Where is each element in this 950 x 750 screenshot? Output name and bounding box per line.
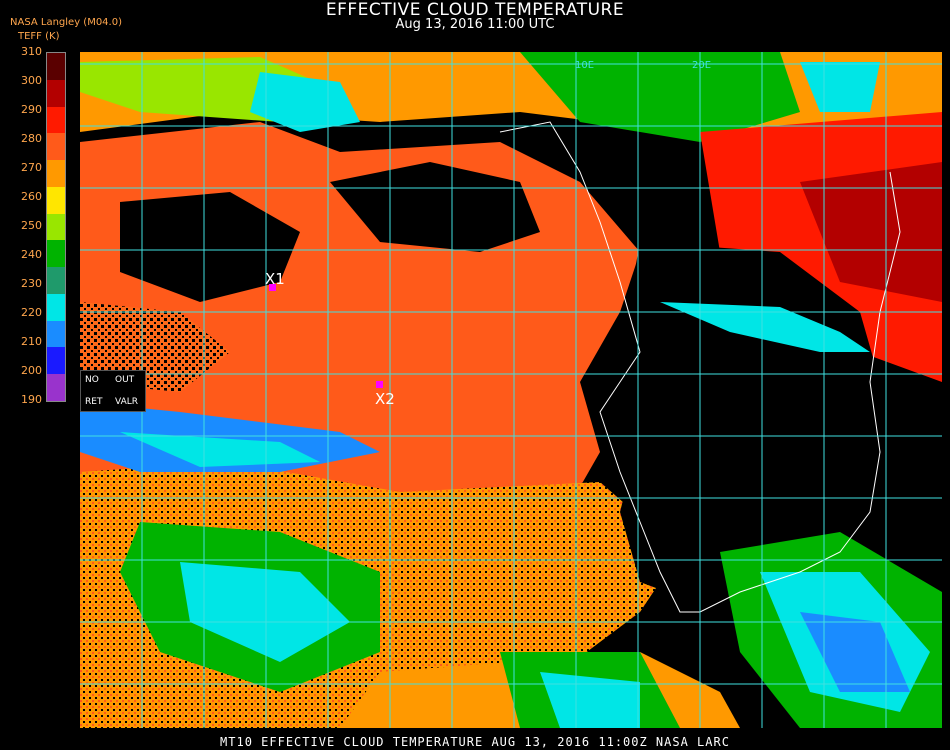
legend-valr-label: VALR bbox=[115, 397, 139, 407]
legend-no-label: NO bbox=[85, 375, 99, 385]
colorbar-tick-label: 230 bbox=[21, 277, 42, 290]
grid-label-20e: 20E bbox=[692, 60, 711, 71]
colorbar-segment bbox=[47, 347, 65, 375]
no-retrieval-legend: NO OUT RET VALR bbox=[80, 370, 146, 412]
colorbar-tick-label: 240 bbox=[21, 248, 42, 261]
colorbar-segment bbox=[47, 53, 65, 81]
colorbar-segment bbox=[47, 213, 65, 241]
colorbar-segment bbox=[47, 320, 65, 348]
colorbar-segment bbox=[47, 240, 65, 268]
colorbar-tick-label: 210 bbox=[21, 335, 42, 348]
marker-x2-dot bbox=[376, 381, 383, 388]
colorbar-tick-label: 280 bbox=[21, 132, 42, 145]
colorbar bbox=[46, 52, 66, 402]
colorbar-tick-label: 250 bbox=[21, 219, 42, 232]
colorbar-segment bbox=[47, 106, 65, 134]
grid-label-10e: 10E bbox=[575, 60, 594, 71]
footer-caption: MT10 EFFECTIVE CLOUD TEMPERATURE AUG 13,… bbox=[220, 735, 730, 749]
legend-ret-label: RET bbox=[85, 397, 103, 407]
page-subtitle: Aug 13, 2016 11:00 UTC bbox=[395, 17, 555, 32]
colorbar-tick-label: 190 bbox=[21, 393, 42, 406]
colorbar-tick-label: 290 bbox=[21, 103, 42, 116]
marker-x2-label: X2 bbox=[375, 390, 395, 408]
source-badge: NASA Langley (M04.0) bbox=[10, 17, 122, 28]
colorbar-segment bbox=[47, 160, 65, 188]
colorbar-tick-label: 260 bbox=[21, 190, 42, 203]
colorbar-segment bbox=[47, 267, 65, 295]
marker-x1[interactable]: X1 bbox=[265, 270, 285, 291]
colorbar-tick-label: 300 bbox=[21, 74, 42, 87]
colorbar-tick-label: 310 bbox=[21, 45, 42, 58]
colorbar-segment bbox=[47, 186, 65, 215]
colorbar-segment bbox=[47, 79, 65, 108]
colorbar-unit-label: TEFF (K) bbox=[18, 31, 60, 42]
colorbar-segment bbox=[47, 293, 65, 322]
colorbar-tick-label: 200 bbox=[21, 364, 42, 377]
colorbar-segment bbox=[47, 133, 65, 161]
colorbar-segment bbox=[47, 374, 65, 402]
satellite-map: 10E 20E X1 X2 bbox=[80, 52, 942, 728]
marker-x1-label: X1 bbox=[265, 270, 285, 288]
colorbar-tick-label: 220 bbox=[21, 306, 42, 319]
legend-out-label: OUT bbox=[115, 375, 135, 385]
colorbar-tick-label: 270 bbox=[21, 161, 42, 174]
